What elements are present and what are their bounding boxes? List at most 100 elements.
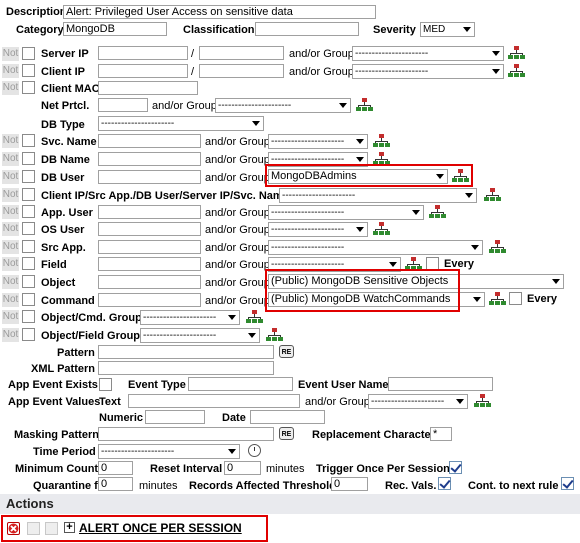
object-field-group-checkbox[interactable]	[22, 328, 35, 341]
server-ip-group-select[interactable]: ----------------------	[352, 46, 504, 61]
server-ip-checkbox[interactable]	[22, 47, 35, 60]
minimum-count-input[interactable]: 0	[98, 461, 133, 475]
event-user-name-input[interactable]	[388, 377, 493, 391]
client-ip-input[interactable]	[98, 64, 188, 78]
not-toggle-object-field-group[interactable]: Not	[2, 328, 19, 342]
event-text-input[interactable]	[128, 394, 300, 408]
group-tree-icon[interactable]	[356, 98, 373, 111]
event-type-input[interactable]	[188, 377, 293, 391]
server-ip-mask-input[interactable]	[199, 46, 284, 60]
group-tree-icon[interactable]	[373, 222, 390, 235]
event-date-input[interactable]	[250, 410, 325, 424]
app-user-group-select[interactable]: ----------------------	[268, 205, 424, 220]
svc-name-group-select[interactable]: ----------------------	[268, 134, 368, 149]
rec-vals-checkbox[interactable]	[438, 477, 451, 490]
server-ip-input[interactable]	[98, 46, 188, 60]
actions-header: Actions	[0, 494, 580, 514]
not-toggle-db-user[interactable]: Not	[2, 170, 19, 184]
group-tree-icon[interactable]	[484, 188, 501, 201]
not-toggle-db-name[interactable]: Not	[2, 152, 19, 166]
app-event-exists-checkbox[interactable]	[99, 378, 112, 391]
src-app-group-select[interactable]: ----------------------	[268, 240, 483, 255]
client-ip-src-group-select[interactable]: ----------------------	[279, 188, 477, 203]
src-app-input[interactable]	[98, 240, 201, 254]
reset-interval-label: Reset Interval	[150, 463, 223, 475]
group-tree-icon[interactable]	[474, 394, 491, 407]
description-input[interactable]: Alert: Privileged User Access on sensiti…	[63, 5, 376, 19]
field-input[interactable]	[98, 257, 201, 271]
db-user-checkbox[interactable]	[22, 170, 35, 183]
net-prtcl-group-select[interactable]: ----------------------	[215, 98, 351, 113]
description-label: Description	[6, 6, 67, 18]
src-app-checkbox[interactable]	[22, 240, 35, 253]
not-toggle-object-cmd-group[interactable]: Not	[2, 310, 19, 324]
cont-next-rule-checkbox[interactable]	[561, 477, 574, 490]
not-toggle-object[interactable]: Not	[2, 275, 19, 289]
not-toggle-client-mac[interactable]: Not	[2, 81, 19, 95]
not-toggle-field[interactable]: Not	[2, 257, 19, 271]
group-tree-icon[interactable]	[508, 46, 525, 59]
not-toggle-src-app[interactable]: Not	[2, 240, 19, 254]
client-ip-mask-input[interactable]	[199, 64, 284, 78]
not-toggle-os-user[interactable]: Not	[2, 222, 19, 236]
client-ip-src-checkbox[interactable]	[22, 188, 35, 201]
object-input[interactable]	[98, 275, 201, 289]
os-user-checkbox[interactable]	[22, 222, 35, 235]
severity-select[interactable]: MED	[420, 22, 475, 37]
group-tree-icon[interactable]	[489, 240, 506, 253]
app-user-input[interactable]	[98, 205, 201, 219]
clock-icon[interactable]	[248, 444, 261, 457]
group-tree-icon[interactable]	[508, 64, 525, 77]
app-user-label: App. User	[41, 207, 93, 219]
command-checkbox[interactable]	[22, 293, 35, 306]
not-toggle-app-user[interactable]: Not	[2, 205, 19, 219]
db-name-input[interactable]	[98, 152, 201, 166]
quarantine-input[interactable]: 0	[98, 477, 133, 491]
net-prtcl-input[interactable]	[98, 98, 148, 112]
object-cmd-group-select[interactable]: ----------------------	[140, 310, 240, 325]
replacement-character-input[interactable]: *	[430, 427, 452, 441]
not-toggle-command[interactable]: Not	[2, 293, 19, 307]
db-name-checkbox[interactable]	[22, 152, 35, 165]
category-input[interactable]: MongoDB	[63, 22, 167, 36]
not-toggle-client-ip[interactable]: Not	[2, 64, 19, 78]
command-every-checkbox[interactable]	[509, 292, 522, 305]
xml-pattern-input[interactable]	[98, 361, 274, 375]
svc-name-checkbox[interactable]	[22, 134, 35, 147]
group-tree-icon[interactable]	[429, 205, 446, 218]
group-tree-icon[interactable]	[246, 310, 263, 323]
masking-pattern-input[interactable]	[98, 427, 274, 441]
client-ip-group-select[interactable]: ----------------------	[352, 64, 504, 79]
db-type-select[interactable]: ----------------------	[98, 116, 264, 131]
app-user-checkbox[interactable]	[22, 205, 35, 218]
svc-name-input[interactable]	[98, 134, 201, 148]
object-cmd-group-checkbox[interactable]	[22, 310, 35, 323]
group-tree-icon[interactable]	[266, 328, 283, 341]
client-mac-checkbox[interactable]	[22, 81, 35, 94]
client-ip-checkbox[interactable]	[22, 64, 35, 77]
time-period-select[interactable]: ----------------------	[98, 444, 240, 459]
event-numeric-input[interactable]	[145, 410, 205, 424]
classification-input[interactable]	[255, 22, 359, 36]
not-toggle-server-ip[interactable]: Not	[2, 47, 19, 61]
command-input[interactable]	[98, 293, 201, 307]
os-user-input[interactable]	[98, 222, 201, 236]
group-tree-icon[interactable]	[373, 134, 390, 147]
client-mac-input[interactable]	[98, 81, 198, 95]
trigger-once-checkbox[interactable]	[449, 461, 462, 474]
field-checkbox[interactable]	[22, 257, 35, 270]
object-field-group-select[interactable]: ----------------------	[140, 328, 260, 343]
pattern-input[interactable]	[98, 345, 274, 359]
not-toggle-svc-name[interactable]: Not	[2, 134, 19, 148]
regex-button[interactable]: RE	[279, 427, 294, 440]
object-checkbox[interactable]	[22, 275, 35, 288]
not-toggle-client-ip-src[interactable]: Not	[2, 188, 19, 202]
reset-interval-input[interactable]: 0	[224, 461, 261, 475]
db-user-input[interactable]	[98, 170, 201, 184]
event-text-group-select[interactable]: ----------------------	[368, 394, 468, 409]
severity-label: Severity	[373, 24, 416, 36]
records-affected-input[interactable]: 0	[331, 477, 368, 491]
group-tree-icon[interactable]	[489, 292, 506, 305]
os-user-group-select[interactable]: ----------------------	[268, 222, 368, 237]
regex-button[interactable]: RE	[279, 345, 294, 358]
